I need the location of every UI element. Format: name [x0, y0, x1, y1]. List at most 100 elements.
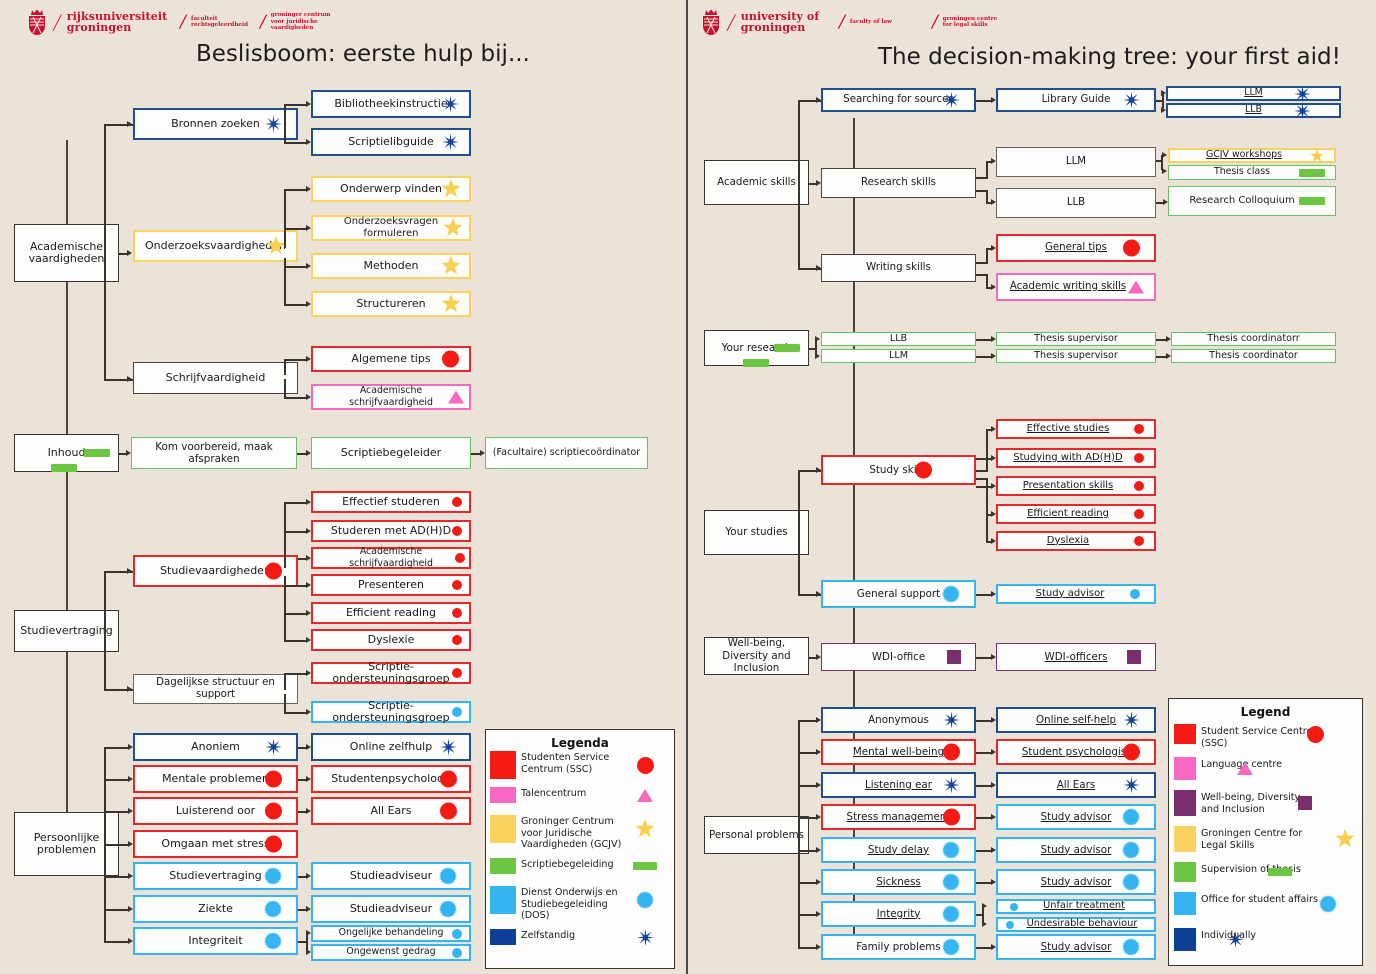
connector-line [284, 694, 286, 714]
tree-node[interactable]: Academische schrijfvaardigheid [311, 384, 471, 410]
tree-node[interactable]: All Ears [996, 772, 1156, 798]
ssc-dot-icon [943, 808, 960, 826]
individual-star-icon [442, 95, 459, 113]
tree-node[interactable]: LLM [821, 349, 976, 363]
tree-node[interactable]: Structureren [311, 291, 471, 317]
tree-node[interactable]: Luisterend oor [133, 797, 298, 825]
tree-node[interactable]: Dyslexia [996, 531, 1156, 551]
tree-node-label: Mental well-being [852, 745, 945, 758]
tree-node[interactable]: Methoden [311, 253, 471, 279]
tree-node[interactable]: Thesis supervisor [996, 332, 1156, 346]
individual-star-icon [442, 133, 459, 151]
tree-node[interactable]: LLM [996, 147, 1156, 177]
tree-node[interactable]: Unfair treatment [996, 899, 1156, 914]
tree-node[interactable]: Integriteit [133, 927, 298, 955]
tree-node[interactable]: Study advisor [996, 869, 1156, 895]
tree-node[interactable]: Dagelijkse structuur en support [133, 674, 298, 704]
tree-node[interactable]: LLB [1166, 102, 1341, 119]
node-marker [1134, 481, 1144, 491]
legend-label: Talencentrum [521, 788, 587, 799]
tree-node[interactable]: Well-being, Diversity and Inclusion [704, 637, 809, 675]
tree-node[interactable]: Dyslexie [311, 629, 471, 651]
tree-node[interactable]: Study advisor [996, 804, 1156, 830]
tree-node[interactable]: WDI-office [821, 643, 976, 671]
tree-node[interactable]: Scriptielibguide [311, 128, 471, 156]
tree-node[interactable]: Studeren met AD(H)D [311, 520, 471, 542]
tree-node[interactable]: Onderwerp vinden [311, 176, 471, 202]
en-page-title: The decision-making tree: your first aid… [878, 44, 1341, 70]
individual-star-icon [265, 738, 282, 756]
tree-node[interactable]: LLM [1166, 85, 1341, 102]
tree-node[interactable]: All Ears [311, 797, 471, 825]
tree-node[interactable]: Stress management [821, 804, 976, 830]
tree-node[interactable]: Academic skills [704, 160, 809, 205]
tree-node[interactable]: Study advisor [996, 837, 1156, 863]
tree-node[interactable]: Searching for sources [821, 88, 976, 112]
node-marker [943, 91, 960, 109]
tree-node[interactable]: Study delay [821, 837, 976, 863]
tree-node[interactable]: Personal problems [704, 816, 809, 854]
tree-node[interactable]: Studying with AD(H)D [996, 448, 1156, 468]
tree-node[interactable]: Academische schrijfvaardigheid [311, 546, 471, 569]
tree-node[interactable]: Ongewenst gedrag [311, 944, 471, 961]
tree-node[interactable]: Thesis coordinatorr [1171, 332, 1336, 346]
tree-node[interactable]: Study advisor [996, 934, 1156, 960]
connector-arrow [816, 180, 821, 187]
tree-node[interactable]: General support [821, 580, 976, 608]
tree-node[interactable]: Integrity [821, 901, 976, 927]
tree-node[interactable]: Kom voorbereid, maak afspraken [131, 437, 297, 469]
tree-node[interactable]: Family problems [821, 934, 976, 960]
tree-node[interactable]: Thesis coordinator [1171, 349, 1336, 363]
tree-node[interactable]: Your studies [704, 510, 809, 555]
tree-node[interactable]: Bronnen zoeken [133, 108, 298, 140]
tree-node[interactable]: Effective studies [996, 419, 1156, 439]
tree-node[interactable]: Bibliotheekinstructie [311, 90, 471, 118]
tree-node[interactable]: Thesis class [1168, 165, 1336, 180]
tree-node[interactable]: LLB [996, 188, 1156, 218]
tree-node[interactable]: Thesis supervisor [996, 349, 1156, 363]
tree-node[interactable]: Ongelijke behandeling [311, 925, 471, 942]
tree-node[interactable]: General tips [996, 234, 1156, 262]
tree-node[interactable]: Research skills [821, 168, 976, 198]
tree-node[interactable]: Student psychologist [996, 739, 1156, 765]
tree-node[interactable]: Efficient reading [311, 602, 471, 624]
tree-node[interactable]: Academic writing skills [996, 273, 1156, 301]
tree-node[interactable]: Scriptiebegeleider [311, 437, 471, 469]
tree-node[interactable]: Scriptie-ondersteuningsgroep [311, 660, 471, 685]
tree-node[interactable]: Studentenpsycholoog [311, 765, 471, 793]
tree-node[interactable]: (Facultaire) scriptiecoördinator [485, 437, 648, 469]
tree-node[interactable]: Studievaardigheden [133, 555, 298, 587]
connector-line [976, 177, 986, 179]
tree-node[interactable]: Anonymous [821, 707, 976, 733]
tree-node[interactable]: Schrijfvaardigheid [133, 362, 298, 394]
tree-node[interactable]: Mental well-being [821, 739, 976, 765]
tree-node[interactable]: WDI-officers [996, 643, 1156, 671]
tree-node[interactable]: Online zelfhulp [311, 733, 471, 761]
tree-node[interactable]: Studievertraging [133, 862, 298, 890]
tree-node[interactable]: GCJV workshops [1168, 148, 1336, 163]
tree-node[interactable]: Listening ear [821, 772, 976, 798]
tree-node[interactable]: Algemene tips [311, 346, 471, 372]
tree-node[interactable]: Writing skills [821, 254, 976, 282]
tree-node[interactable]: Study advisor [996, 584, 1156, 604]
tree-node[interactable]: Onderzoeksvaardigheden [133, 230, 298, 262]
tree-node[interactable]: Presenteren [311, 574, 471, 596]
tree-node[interactable]: Studieadviseur [311, 895, 471, 923]
tree-node[interactable]: Sickness [821, 869, 976, 895]
tree-node[interactable]: Ziekte [133, 895, 298, 923]
tree-node[interactable]: Library Guide [996, 88, 1156, 112]
tree-node[interactable]: Presentation skills [996, 476, 1156, 496]
tree-node[interactable]: LLB [821, 332, 976, 346]
tree-node[interactable]: Efficient reading [996, 504, 1156, 524]
tree-node[interactable]: Undesirable behaviour [996, 917, 1156, 932]
tree-node[interactable]: Effectief studeren [311, 491, 471, 513]
tree-node[interactable]: Study skills [821, 455, 976, 485]
tree-node[interactable]: Scriptie-ondersteuningsgroep [311, 699, 471, 724]
tree-node[interactable]: Research Colloquium [1168, 186, 1336, 216]
tree-node[interactable]: Mentale problemen [133, 765, 298, 793]
tree-node[interactable]: Omgaan met stress [133, 830, 298, 858]
tree-node[interactable]: Studieadviseur [311, 862, 471, 890]
tree-node[interactable]: Onderzoeksvragen formuleren [311, 215, 471, 241]
tree-node[interactable]: Online self-help [996, 707, 1156, 733]
tree-node[interactable]: Anoniem [133, 733, 298, 761]
